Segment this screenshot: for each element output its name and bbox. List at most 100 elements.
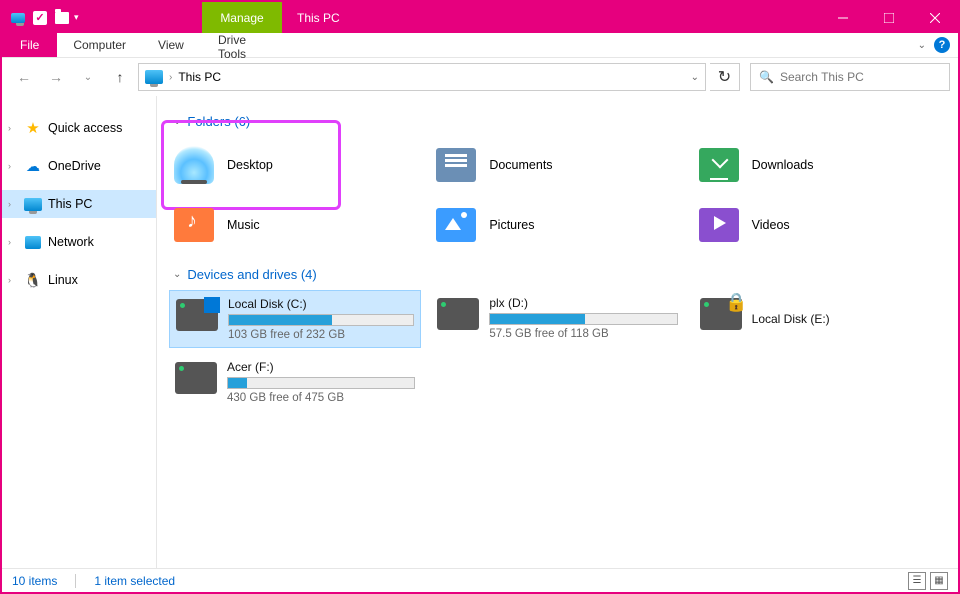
folder-videos[interactable]: Videos — [694, 197, 946, 253]
drive-free-text: 57.5 GB free of 118 GB — [489, 328, 677, 340]
folder-label: Pictures — [489, 218, 534, 232]
breadcrumb-sep-icon: › — [169, 72, 172, 83]
up-button[interactable]: ↑ — [106, 63, 134, 91]
app-icon — [10, 10, 26, 26]
folder-label: Music — [227, 218, 260, 232]
search-input[interactable]: 🔍 Search This PC — [750, 63, 950, 91]
sidebar-item-network[interactable]: › Network — [2, 228, 156, 256]
tab-view[interactable]: View — [142, 33, 200, 57]
forward-button[interactable]: → — [42, 63, 70, 91]
status-bar: 10 items 1 item selected ☰ ▦ — [2, 568, 958, 592]
expand-icon[interactable]: › — [8, 275, 20, 285]
group-title: Folders (6) — [187, 114, 250, 129]
drive-icon — [437, 298, 479, 330]
qat-newfolder-icon[interactable] — [54, 10, 70, 26]
folder-downloads[interactable]: Downloads — [694, 137, 946, 193]
group-title: Devices and drives (4) — [187, 267, 316, 282]
network-icon — [24, 233, 42, 251]
sidebar-item-this-pc[interactable]: › This PC — [2, 190, 156, 218]
folder-label: Videos — [752, 218, 790, 232]
sidebar-item-onedrive[interactable]: › ☁ OneDrive — [2, 152, 156, 180]
sidebar-item-quick-access[interactable]: › ★ Quick access — [2, 114, 156, 142]
back-button[interactable]: ← — [10, 63, 38, 91]
drive-label: Local Disk (E:) — [752, 312, 940, 326]
pictures-icon — [436, 208, 476, 242]
content-pane: ⌄ Folders (6) Desktop Documents Download… — [157, 96, 958, 568]
drive-e[interactable]: Local Disk (E:) — [694, 290, 946, 348]
tab-file[interactable]: File — [2, 33, 57, 57]
collapse-icon: ⌄ — [173, 269, 181, 280]
music-icon — [174, 208, 214, 242]
cloud-icon: ☁ — [24, 157, 42, 175]
expand-icon[interactable]: › — [8, 237, 20, 247]
status-selection: 1 item selected — [94, 574, 175, 588]
navigation-bar: ← → ⌄ ↑ › This PC ⌄ ↻ 🔍 Search This PC — [2, 58, 958, 96]
address-pc-icon — [145, 70, 163, 84]
sidebar-label: Network — [48, 235, 94, 249]
help-icon[interactable]: ? — [934, 37, 950, 53]
drive-icon — [176, 299, 218, 331]
folder-label: Desktop — [227, 158, 273, 172]
sidebar-label: This PC — [48, 197, 92, 211]
folder-music[interactable]: Music — [169, 197, 421, 253]
drive-label: plx (D:) — [489, 296, 677, 310]
folder-label: Documents — [489, 158, 552, 172]
view-large-icons-button[interactable]: ▦ — [930, 572, 948, 590]
videos-icon — [699, 208, 739, 242]
window-title: This PC — [297, 2, 340, 33]
star-icon: ★ — [24, 119, 42, 137]
folder-desktop[interactable]: Desktop — [169, 137, 421, 193]
search-icon: 🔍 — [759, 70, 774, 84]
expand-icon[interactable]: › — [8, 161, 20, 171]
expand-icon[interactable]: › — [8, 123, 20, 133]
sidebar-item-linux[interactable]: › 🐧 Linux — [2, 266, 156, 294]
view-details-button[interactable]: ☰ — [908, 572, 926, 590]
search-placeholder: Search This PC — [780, 70, 864, 84]
folder-pictures[interactable]: Pictures — [431, 197, 683, 253]
status-separator — [75, 574, 76, 588]
address-bar[interactable]: › This PC ⌄ — [138, 63, 706, 91]
drive-f[interactable]: Acer (F:) 430 GB free of 475 GB — [169, 354, 421, 410]
tab-drive-tools[interactable]: Drive Tools — [202, 33, 282, 61]
collapse-icon: ⌄ — [173, 116, 181, 127]
refresh-button[interactable]: ↻ — [710, 63, 740, 91]
group-header-folders[interactable]: ⌄ Folders (6) — [173, 114, 946, 129]
close-button[interactable] — [912, 2, 958, 33]
pc-icon — [24, 195, 42, 213]
drive-label: Local Disk (C:) — [228, 297, 414, 311]
folder-label: Downloads — [752, 158, 814, 172]
drive-usage-bar — [489, 313, 677, 325]
drive-c[interactable]: Local Disk (C:) 103 GB free of 232 GB — [169, 290, 421, 348]
tab-computer[interactable]: Computer — [57, 33, 142, 57]
status-item-count: 10 items — [12, 574, 57, 588]
titlebar: ✓ ▾ Manage This PC — [2, 2, 958, 33]
minimize-button[interactable] — [820, 2, 866, 33]
group-header-drives[interactable]: ⌄ Devices and drives (4) — [173, 267, 946, 282]
address-text: This PC — [178, 70, 221, 84]
maximize-button[interactable] — [866, 2, 912, 33]
expand-icon[interactable]: › — [8, 199, 20, 209]
folder-documents[interactable]: Documents — [431, 137, 683, 193]
recent-locations-icon[interactable]: ⌄ — [74, 63, 102, 91]
drive-d[interactable]: plx (D:) 57.5 GB free of 118 GB — [431, 290, 683, 348]
qat-properties-icon[interactable]: ✓ — [32, 10, 48, 26]
sidebar-label: Linux — [48, 273, 78, 287]
drive-usage-bar — [227, 377, 415, 389]
address-dropdown-icon[interactable]: ⌄ — [691, 72, 699, 83]
ribbon-collapse-icon[interactable]: ⌄ — [918, 40, 926, 51]
drive-label: Acer (F:) — [227, 360, 415, 374]
qat-customize-icon[interactable]: ▾ — [74, 12, 79, 23]
desktop-icon — [174, 146, 214, 184]
linux-icon: 🐧 — [24, 271, 42, 289]
navigation-pane: › ★ Quick access › ☁ OneDrive › This PC … — [2, 96, 157, 568]
ribbon-tabs: File Computer View Drive Tools ⌄ ? — [2, 33, 958, 58]
drive-locked-icon — [700, 298, 742, 330]
downloads-icon — [699, 148, 739, 182]
ribbon-context-label: Manage — [202, 2, 282, 33]
sidebar-label: OneDrive — [48, 159, 101, 173]
drive-icon — [175, 362, 217, 394]
documents-icon — [436, 148, 476, 182]
drive-free-text: 103 GB free of 232 GB — [228, 329, 414, 341]
drive-free-text: 430 GB free of 475 GB — [227, 392, 415, 404]
drive-usage-bar — [228, 314, 414, 326]
